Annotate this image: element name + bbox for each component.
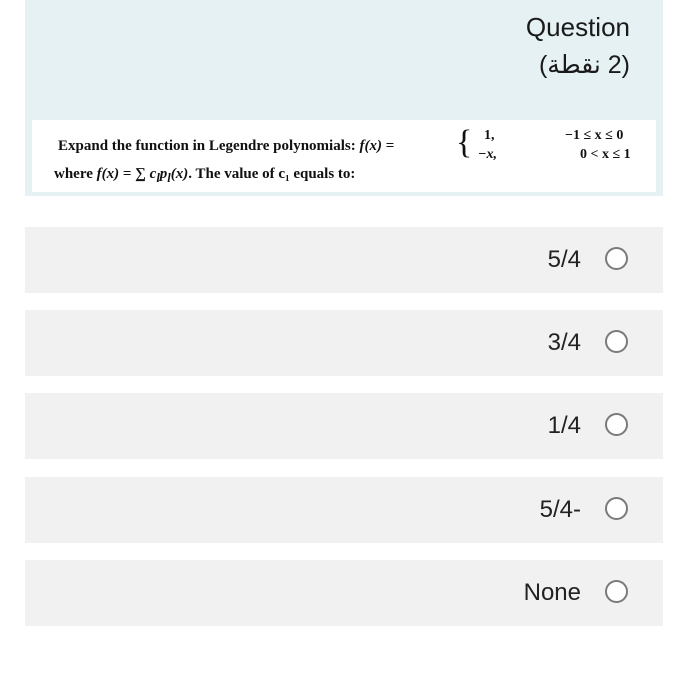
question-header: Question (2 نقطة) Expand the function in…	[25, 0, 663, 196]
case-2-condition: 0 < x ≤ 1	[580, 147, 631, 162]
answer-option-label: 5/4-	[539, 496, 581, 523]
question-points: (2 نقطة)	[538, 51, 630, 79]
radio-button[interactable]	[605, 247, 628, 270]
answer-option-3[interactable]: 1/4	[25, 393, 663, 459]
question-title: Question	[525, 12, 630, 42]
question-text-box: Expand the function in Legendre polynomi…	[32, 120, 656, 192]
equals-sign: =	[381, 138, 395, 154]
answer-option-4[interactable]: 5/4-	[25, 477, 663, 543]
answer-option-5[interactable]: None	[25, 560, 663, 626]
answer-option-label: 5/4	[547, 246, 581, 273]
answer-option-label: 1/4	[547, 412, 581, 439]
case-2-value: −x,	[478, 147, 497, 162]
where-function: f(x)	[96, 166, 120, 182]
answer-option-2[interactable]: 3/4	[25, 310, 663, 376]
where-text: where	[54, 166, 97, 182]
legendre-arg: (x)	[170, 166, 189, 182]
question-line-1: Expand the function in Legendre polynomi…	[58, 138, 394, 155]
question-line-2: where f(x) = ∑ clpl(x). The value of c₁ …	[54, 166, 355, 186]
radio-button[interactable]	[605, 413, 628, 436]
piecewise-brace: {	[456, 124, 473, 161]
where-rest: . The value of c₁ equals to:	[188, 166, 356, 182]
radio-button[interactable]	[605, 580, 628, 603]
answer-option-1[interactable]: 5/4	[25, 227, 663, 293]
radio-button[interactable]	[605, 497, 628, 520]
answer-option-label: 3/4	[547, 329, 581, 356]
radio-button[interactable]	[605, 330, 628, 353]
case-1-condition: −1 ≤ x ≤ 0	[565, 128, 624, 143]
answer-option-label: None	[523, 579, 581, 606]
function-lhs: f(x)	[359, 138, 382, 154]
question-intro: Expand the function in Legendre polynomi…	[58, 138, 360, 154]
where-equals-sum: = ∑	[119, 166, 150, 182]
case-1-value: 1,	[484, 128, 495, 143]
